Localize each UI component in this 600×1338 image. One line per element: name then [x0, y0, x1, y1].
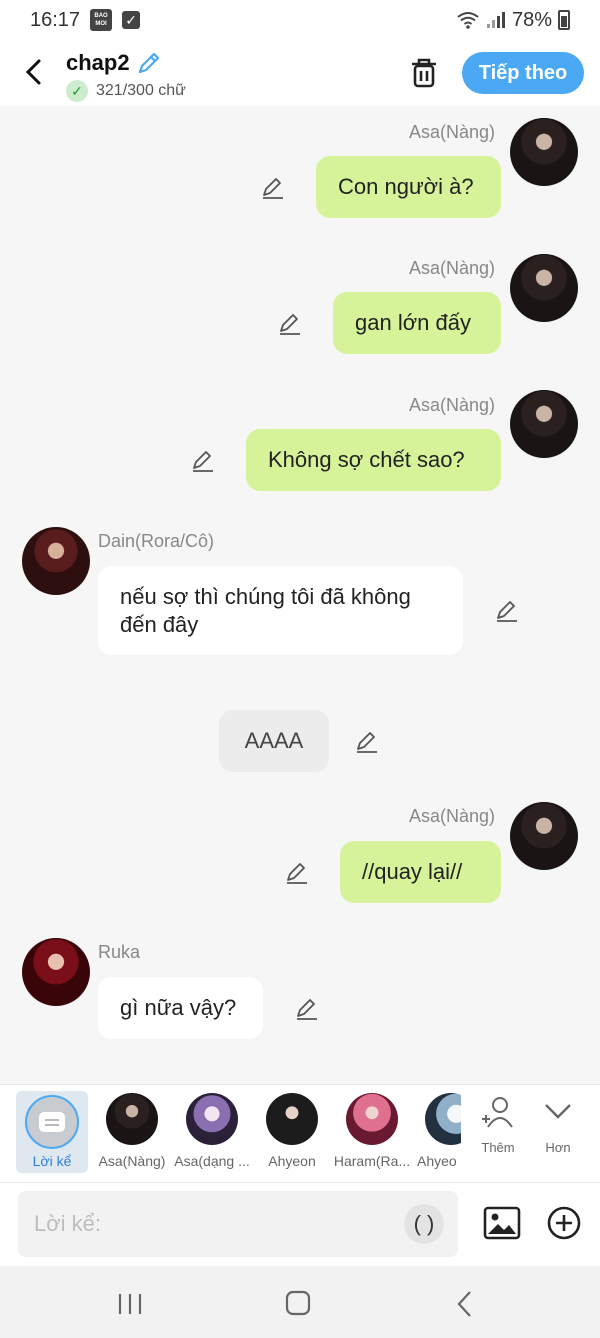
narration-label: Lời kể [32, 1153, 72, 1169]
avatar-ruka [22, 938, 90, 1006]
edit-message-icon[interactable] [261, 175, 285, 199]
speaker-name: Asa(Nàng) [409, 258, 496, 278]
speaker-name: Ruka [98, 942, 141, 962]
parenthesis-button[interactable]: ( ) [404, 1204, 444, 1244]
recent-apps-icon[interactable] [110, 1286, 150, 1322]
character-label: Asa(dạng ... [174, 1153, 250, 1169]
message-bubble[interactable]: gì nữa vậy? [98, 977, 263, 1039]
avatar-asa [510, 254, 578, 322]
narration-bubble[interactable]: AAAA [219, 710, 329, 772]
home-icon[interactable] [278, 1286, 318, 1322]
message-bubble[interactable]: Con người à? [316, 156, 501, 218]
edit-message-icon[interactable] [278, 311, 302, 335]
message-input[interactable] [34, 1191, 394, 1257]
word-count-text: 321/300 chữ [96, 82, 186, 99]
speaker-name: Dain(Rora/Cô) [98, 531, 215, 551]
add-character-label: Thêm [481, 1140, 515, 1155]
narration-tab[interactable]: Lời kể [16, 1091, 88, 1173]
message-bubble[interactable]: gan lớn đấy [333, 292, 501, 354]
speaker-name: Asa(Nàng) [409, 395, 496, 415]
edit-title-icon[interactable] [136, 50, 162, 76]
add-person-icon [482, 1097, 513, 1128]
character-avatar [425, 1093, 461, 1145]
character-ahyeon[interactable]: Ahyeon [251, 1093, 333, 1169]
add-character-button[interactable]: Thêm [470, 1095, 526, 1155]
signal-icon [486, 12, 505, 28]
edit-message-icon[interactable] [355, 729, 379, 753]
edit-message-icon[interactable] [495, 598, 519, 622]
message-bubble[interactable]: nếu sợ thì chúng tôi đã không đến đây [98, 566, 463, 655]
header: chap2 ✓ 321/300 chữ Tiếp theo [0, 40, 600, 106]
message-line: đến đây [120, 611, 199, 637]
expand-characters-button[interactable]: Hơn [530, 1095, 586, 1155]
chat-area: Asa(Nàng) Con người à? Asa(Nàng) gan lớn… [0, 106, 600, 1084]
page-title: chap2 [66, 50, 130, 75]
chevron-left-icon [25, 59, 41, 85]
system-nav-bar [0, 1266, 600, 1338]
character-label: Asa(Nàng) [98, 1153, 166, 1169]
character-asa-dang[interactable]: Asa(dạng ... [171, 1093, 253, 1169]
word-count: ✓ 321/300 chữ [66, 80, 186, 102]
character-label: Ahyeo [417, 1153, 457, 1169]
narration-icon [25, 1095, 79, 1149]
message-bubble[interactable]: Không sợ chết sao? [246, 429, 501, 491]
add-circle-icon[interactable] [544, 1203, 584, 1243]
next-button[interactable]: Tiếp theo [462, 52, 584, 94]
character-label: Ahyeon [268, 1153, 316, 1169]
checkbox-notification-icon: ✓ [122, 11, 141, 29]
avatar-dain [22, 527, 90, 595]
battery-percent: 78% [511, 8, 552, 31]
speaker-name: Asa(Nàng) [409, 806, 496, 826]
avatar-asa [510, 390, 578, 458]
avatar-asa [510, 802, 578, 870]
wifi-icon [457, 12, 479, 29]
edit-message-icon[interactable] [191, 448, 215, 472]
status-time: 16:17 [30, 8, 81, 31]
trash-icon[interactable] [408, 56, 440, 90]
input-box: ( ) [18, 1191, 458, 1257]
status-bar: 16:17 BAO MOI ✓ 78% [0, 0, 600, 40]
message-bubble[interactable]: //quay lại// [340, 841, 501, 903]
character-avatar [266, 1093, 318, 1145]
character-ahyeon-2[interactable]: Ahyeo [411, 1093, 461, 1169]
expand-label: Hơn [545, 1140, 571, 1155]
character-avatar [186, 1093, 238, 1145]
edit-message-icon[interactable] [285, 860, 309, 884]
avatar-asa [510, 118, 578, 186]
check-icon: ✓ [66, 80, 88, 102]
character-bar: Lời kể Asa(Nàng) Asa(dạng ... Ahyeon Har… [0, 1084, 600, 1182]
chevron-down-icon [545, 1104, 571, 1119]
bao-moi-icon: BAO MOI [90, 9, 113, 31]
character-asa-nang[interactable]: Asa(Nàng) [91, 1093, 173, 1169]
battery-icon [558, 10, 570, 30]
image-icon[interactable] [482, 1203, 522, 1243]
back-nav-icon[interactable] [446, 1286, 486, 1322]
input-area: ( ) [0, 1182, 600, 1266]
character-haram[interactable]: Haram(Ra... [331, 1093, 413, 1169]
message-line: nếu sợ thì chúng tôi đã không [120, 583, 411, 609]
character-avatar [106, 1093, 158, 1145]
back-button[interactable] [18, 54, 48, 90]
character-label: Haram(Ra... [333, 1153, 411, 1169]
edit-message-icon[interactable] [295, 996, 319, 1020]
speaker-name: Asa(Nàng) [409, 122, 496, 142]
character-avatar [346, 1093, 398, 1145]
